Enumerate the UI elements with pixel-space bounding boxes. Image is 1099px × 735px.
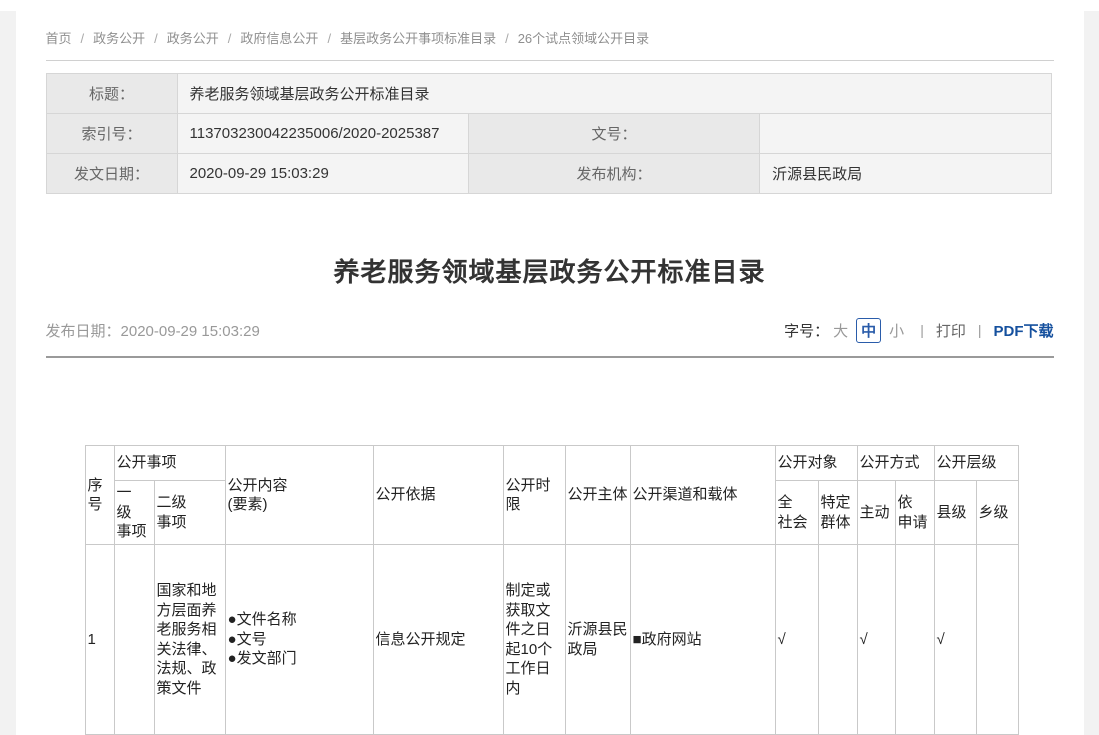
toolbar-divider: | [920,322,924,338]
cell-method-on-request [895,545,934,735]
cell-audience-specific [818,545,857,735]
publish-date-value: 2020-09-29 15:03:29 [121,323,260,340]
meta-row-index: 索引号： 113703230042235006/2020-2025387 文号： [46,114,1051,154]
header-audience-specific: 特定 群体 [818,481,857,545]
breadcrumb-separator: / [327,31,331,46]
meta-row-title: 标题： 养老服务领域基层政务公开标准目录 [46,74,1051,114]
breadcrumb: 首页 / 政务公开 / 政务公开 / 政府信息公开 / 基层政务公开事项标准目录 / 26个试点领域… [46,11,1054,61]
header-audience-group: 公开对象 [775,446,857,481]
meta-issuer-value: 沂源县民政局 [760,154,1051,194]
header-time-limit: 公开时 限 [503,446,565,545]
cell-method-active: √ [857,545,895,735]
header-level2: 二级 事项 [154,481,225,545]
cell-subject: 沂源县民政局 [565,545,630,735]
catalog-table-wrap: 序 号 公开事项 公开内容 (要素) 公开依据 公开时 限 公开主体 公开渠道和… [85,445,1054,735]
header-method-on-request: 依 申请 [895,481,934,545]
print-button[interactable]: 打印 [936,320,966,341]
font-size-label: 字号： [784,320,829,341]
cell-content: ●文件名称 ●文号 ●发文部门 [225,545,373,735]
cell-seq: 1 [85,545,114,735]
header-method-active: 主动 [857,481,895,545]
font-size-large-button[interactable]: 大 [833,320,848,341]
title-divider [46,356,1054,358]
cell-audience-all: √ [775,545,818,735]
site-top-band [0,0,1099,11]
cell-channel: ■政府网站 [630,545,775,735]
cell-level1 [114,545,154,735]
header-level-county: 县级 [934,481,976,545]
breadcrumb-separator: / [154,31,158,46]
meta-row-date: 发文日期： 2020-09-29 15:03:29 发布机构： 沂源县民政局 [46,154,1051,194]
header-level-township: 乡级 [976,481,1018,545]
catalog-row-1: 1 国家和地方层面养老服务相关法律、法规、政策文件 ●文件名称 ●文号 ●发文部… [85,545,1018,735]
meta-title-label: 标题： [46,74,177,114]
breadcrumb-separator: / [228,31,232,46]
cell-basis: 信息公开规定 [373,545,503,735]
page-title: 养老服务领域基层政务公开标准目录 [46,252,1054,289]
meta-issue-date-label: 发文日期： [46,154,177,194]
header-seq: 序 号 [85,446,114,545]
cell-level-county: √ [934,545,976,735]
disclosure-catalog-table: 序 号 公开事项 公开内容 (要素) 公开依据 公开时 限 公开主体 公开渠道和… [85,445,1019,735]
font-size-medium-button[interactable]: 中 [856,318,881,343]
breadcrumb-item-home[interactable]: 首页 [46,31,72,46]
article-meta-row: 发布日期：2020-09-29 15:03:29 字号： 大 中 小 | 打印 … [46,315,1054,345]
pdf-download-button[interactable]: PDF下载 [993,320,1053,341]
header-matter-group: 公开事项 [114,446,225,481]
breadcrumb-item-standard-catalog[interactable]: 基层政务公开事项标准目录 [340,31,496,46]
cell-level2: 国家和地方层面养老服务相关法律、法规、政策文件 [154,545,225,735]
breadcrumb-item-pilot-catalog[interactable]: 26个试点领域公开目录 [518,31,649,46]
header-level-group: 公开层级 [934,446,1018,481]
breadcrumb-separator: / [505,31,509,46]
font-size-small-button[interactable]: 小 [889,320,904,341]
breadcrumb-separator: / [81,31,85,46]
cell-time-limit: 制定或获取文件之日起10个工作日内 [503,545,565,735]
meta-issuer-label: 发布机构： [468,154,759,194]
publish-date-label: 发布日期： [46,323,121,340]
meta-index-value: 113703230042235006/2020-2025387 [177,114,468,154]
header-level1: 一 级 事项 [114,481,154,545]
header-content: 公开内容 (要素) [225,446,373,545]
header-basis: 公开依据 [373,446,503,545]
breadcrumb-item-zwgk-1[interactable]: 政务公开 [93,31,145,46]
meta-title-value: 养老服务领域基层政务公开标准目录 [177,74,1051,114]
cell-level-township [976,545,1018,735]
header-channel: 公开渠道和载体 [630,446,775,545]
header-method-group: 公开方式 [857,446,934,481]
meta-doc-number-label: 文号： [468,114,759,154]
header-subject: 公开主体 [565,446,630,545]
breadcrumb-item-zwgk-2[interactable]: 政务公开 [167,31,219,46]
toolbar-divider: | [978,322,982,338]
catalog-header-row-1: 序 号 公开事项 公开内容 (要素) 公开依据 公开时 限 公开主体 公开渠道和… [85,446,1018,481]
meta-index-label: 索引号： [46,114,177,154]
meta-issue-date-value: 2020-09-29 15:03:29 [177,154,468,194]
meta-doc-number-value [760,114,1051,154]
publish-date: 发布日期：2020-09-29 15:03:29 [46,320,260,341]
header-audience-all: 全 社会 [775,481,818,545]
document-meta-table: 标题： 养老服务领域基层政务公开标准目录 索引号： 11370323004223… [46,73,1052,194]
content-container: 首页 / 政务公开 / 政务公开 / 政府信息公开 / 基层政务公开事项标准目录 / 26个试点领域… [16,11,1084,735]
breadcrumb-item-gov-info[interactable]: 政府信息公开 [240,31,318,46]
article-toolbar: 字号： 大 中 小 | 打印 | PDF下载 [784,318,1053,343]
